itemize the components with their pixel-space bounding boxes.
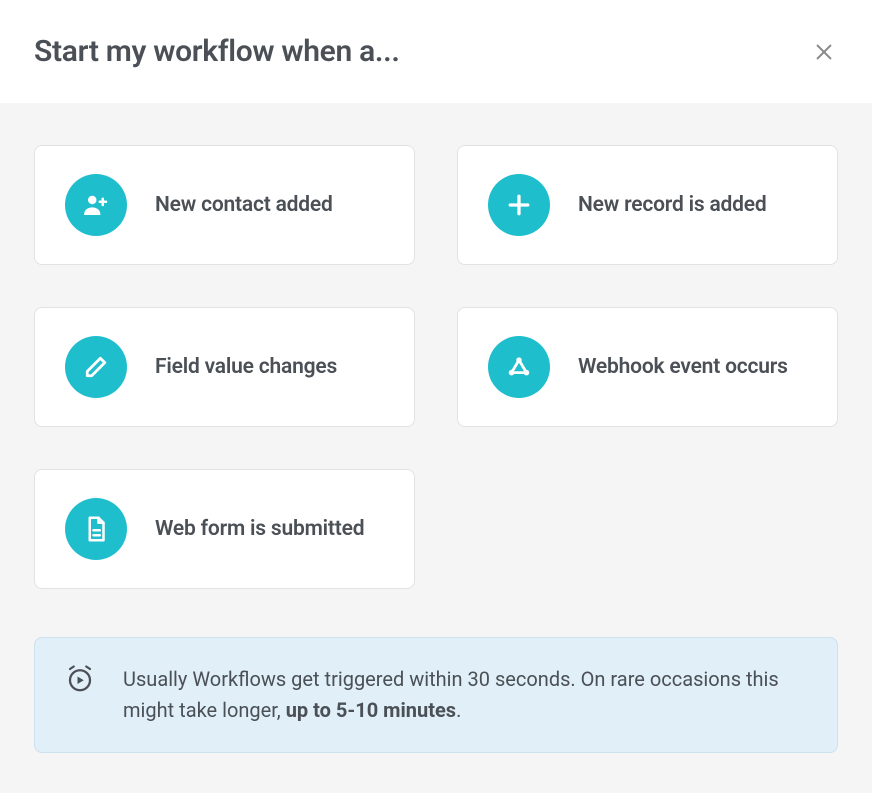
info-text: Usually Workflows get triggered within 3… xyxy=(123,664,807,726)
close-button[interactable] xyxy=(810,38,838,66)
document-icon xyxy=(65,498,127,560)
trigger-new-record[interactable]: New record is added xyxy=(457,145,838,265)
pencil-icon xyxy=(65,336,127,398)
trigger-webhook-event[interactable]: Webhook event occurs xyxy=(457,307,838,427)
trigger-field-value-changes[interactable]: Field value changes xyxy=(34,307,415,427)
trigger-label: New record is added xyxy=(578,191,767,219)
webhook-icon xyxy=(488,336,550,398)
info-banner: Usually Workflows get triggered within 3… xyxy=(34,637,838,753)
modal-content: New contact added New record is added Fi… xyxy=(0,103,872,793)
plus-icon xyxy=(488,174,550,236)
info-text-part2: . xyxy=(456,698,461,722)
clock-icon xyxy=(65,664,95,694)
trigger-label: Web form is submitted xyxy=(155,515,364,543)
trigger-label: New contact added xyxy=(155,191,333,219)
info-text-bold: up to 5-10 minutes xyxy=(286,698,456,722)
trigger-label: Webhook event occurs xyxy=(578,353,788,381)
trigger-web-form-submitted[interactable]: Web form is submitted xyxy=(34,469,415,589)
trigger-grid: New contact added New record is added Fi… xyxy=(34,145,838,589)
modal-header: Start my workflow when a... xyxy=(0,0,872,103)
trigger-new-contact[interactable]: New contact added xyxy=(34,145,415,265)
person-add-icon xyxy=(65,174,127,236)
modal-title: Start my workflow when a... xyxy=(34,34,400,69)
trigger-label: Field value changes xyxy=(155,353,337,381)
close-icon xyxy=(813,41,835,63)
